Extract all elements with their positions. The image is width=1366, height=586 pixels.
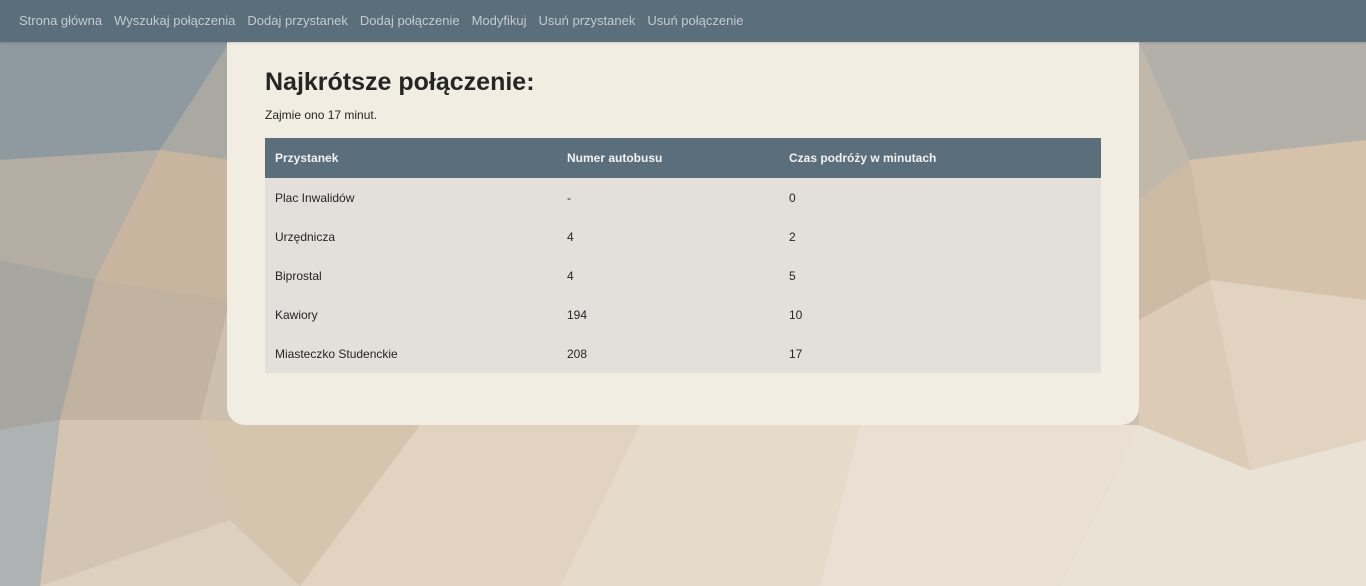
travel-time-summary: Zajmie ono 17 minut. — [265, 108, 378, 122]
cell-travel-time: 10 — [779, 295, 1101, 334]
route-table: Przystanek Numer autobusu Czas podróży w… — [265, 138, 1101, 373]
header-travel-time: Czas podróży w minutach — [779, 138, 1101, 178]
nav-link-modify[interactable]: Modyfikuj — [466, 0, 533, 42]
cell-stop: Plac Inwalidów — [265, 178, 557, 217]
cell-bus-number: 4 — [557, 217, 779, 256]
page-title: Najkrótsze połączenie: — [265, 68, 535, 96]
nav-menu: Strona główna Wyszukaj połączenia Dodaj … — [0, 0, 1366, 42]
cell-bus-number: 4 — [557, 256, 779, 295]
route-table-head: Przystanek Numer autobusu Czas podróży w… — [265, 138, 1101, 178]
header-bus-number: Numer autobusu — [557, 138, 779, 178]
cell-bus-number: - — [557, 178, 779, 217]
cell-bus-number: 208 — [557, 334, 779, 373]
nav-link-delete-connection[interactable]: Usuń połączenie — [641, 0, 749, 42]
result-card: Najkrótsze połączenie: Zajmie ono 17 min… — [227, 42, 1139, 425]
top-navbar: Strona główna Wyszukaj połączenia Dodaj … — [0, 0, 1366, 42]
nav-link-add-connection[interactable]: Dodaj połączenie — [354, 0, 466, 42]
cell-travel-time: 17 — [779, 334, 1101, 373]
table-row: Miasteczko Studenckie 208 17 — [265, 334, 1101, 373]
header-stop: Przystanek — [265, 138, 557, 178]
nav-link-search-connections[interactable]: Wyszukaj połączenia — [108, 0, 241, 42]
cell-stop: Biprostal — [265, 256, 557, 295]
cell-stop: Kawiory — [265, 295, 557, 334]
nav-link-add-stop[interactable]: Dodaj przystanek — [241, 0, 353, 42]
nav-link-home[interactable]: Strona główna — [13, 0, 108, 42]
cell-bus-number: 194 — [557, 295, 779, 334]
cell-stop: Urzędnicza — [265, 217, 557, 256]
table-row: Plac Inwalidów - 0 — [265, 178, 1101, 217]
cell-travel-time: 2 — [779, 217, 1101, 256]
table-header-row: Przystanek Numer autobusu Czas podróży w… — [265, 138, 1101, 178]
route-table-body: Plac Inwalidów - 0 Urzędnicza 4 2 Bipros… — [265, 178, 1101, 373]
cell-stop: Miasteczko Studenckie — [265, 334, 557, 373]
cell-travel-time: 5 — [779, 256, 1101, 295]
table-row: Urzędnicza 4 2 — [265, 217, 1101, 256]
nav-link-delete-stop[interactable]: Usuń przystanek — [533, 0, 642, 42]
table-row: Biprostal 4 5 — [265, 256, 1101, 295]
table-row: Kawiory 194 10 — [265, 295, 1101, 334]
cell-travel-time: 0 — [779, 178, 1101, 217]
